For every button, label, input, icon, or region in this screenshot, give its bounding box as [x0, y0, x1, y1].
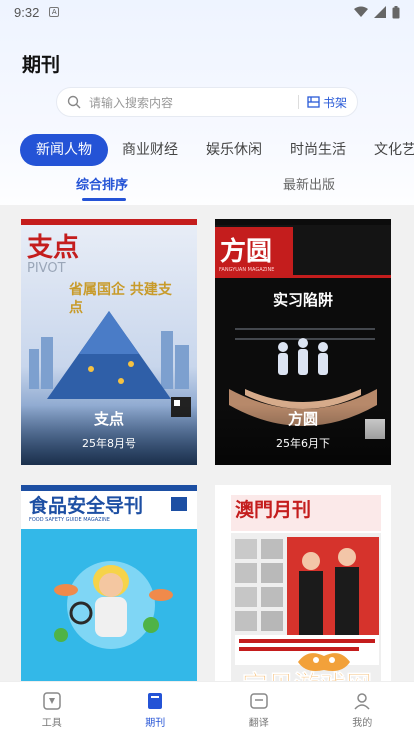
tab-category-business[interactable]: 商业财经: [108, 134, 192, 166]
search-input[interactable]: 请输入搜索内容: [89, 94, 298, 111]
status-time: 9:32: [14, 4, 40, 20]
search-icon: [67, 95, 81, 109]
search-bar[interactable]: 请输入搜索内容 书架: [56, 87, 358, 117]
cover-masthead: 方圆: [220, 237, 273, 267]
profile-icon: [354, 692, 370, 710]
nav-profile-label: 我的: [352, 717, 373, 729]
signal-icon: [374, 6, 386, 18]
nav-translate[interactable]: 翻译: [207, 682, 311, 737]
search-divider: [297, 95, 299, 109]
page-title: 期刊: [22, 54, 61, 76]
cover-masthead: 支点: [27, 233, 80, 263]
bookshelf-button[interactable]: 书架: [307, 94, 347, 111]
wifi-icon: [354, 6, 368, 17]
nav-profile[interactable]: 我的: [311, 682, 414, 737]
magazine-title: 方圆: [287, 410, 318, 428]
tab-category-news-people[interactable]: 新闻人物: [20, 134, 108, 166]
magazine-title: 支点: [93, 410, 124, 428]
cover-masthead: 食品安全导刊: [29, 495, 144, 517]
bottom-navigation: 工具 期刊 翻译 我的: [0, 681, 414, 737]
magazine-card[interactable]: 方圆 FANGYUAN MAGAZINE 实习陷阱 方圆 25年6月下: [215, 219, 391, 465]
magazine-card[interactable]: 支点 PIVOT 省属国企 共建支点 支点 25年8月号: [21, 219, 197, 465]
cover-subtitle: FOOD SAFETY GUIDE MAGAZINE: [29, 517, 110, 523]
cover-headline: 实习陷阱: [272, 291, 333, 309]
status-right-icons: [354, 5, 400, 19]
tab-category-entertainment[interactable]: 娱乐休闲: [192, 134, 276, 166]
status-bar: 9:32 A: [0, 0, 414, 24]
cover-headline: 省属国企 共建支点: [69, 282, 172, 316]
bookshelf-icon: [307, 96, 320, 108]
sort-active-indicator: [82, 198, 126, 201]
nav-journal[interactable]: 期刊: [104, 682, 208, 737]
nav-translate-label: 翻译: [248, 717, 269, 729]
translate-icon: [250, 692, 268, 709]
cover-subtitle: FANGYUAN MAGAZINE: [219, 267, 275, 273]
cover-subtitle: PIVOT: [27, 261, 66, 276]
tab-category-culture[interactable]: 文化艺: [360, 134, 414, 166]
sort-tabs: 综合排序 最新出版: [0, 174, 414, 201]
tab-category-fashion[interactable]: 时尚生活: [276, 134, 360, 166]
tab-sort-comprehensive[interactable]: 综合排序: [76, 174, 128, 193]
magazine-issue: 25年8月号: [82, 437, 136, 450]
notification-icon: A: [49, 7, 60, 17]
category-tabs: 新闻人物 商业财经 娱乐休闲 时尚生活 文化艺: [20, 134, 414, 166]
nav-journal-label: 期刊: [145, 717, 166, 729]
magazine-issue: 25年6月下: [276, 437, 330, 450]
tab-sort-latest[interactable]: 最新出版: [283, 174, 335, 193]
magazine-card[interactable]: 澳門月刊: [215, 485, 391, 681]
journal-icon: [148, 692, 163, 709]
magazine-card[interactable]: 食品安全导刊 FOOD SAFETY GUIDE MAGAZINE: [21, 485, 197, 681]
nav-tools-label: 工具: [41, 717, 62, 729]
bookshelf-label: 书架: [322, 95, 347, 110]
tools-icon: [43, 691, 61, 710]
battery-icon: [392, 5, 400, 18]
cover-masthead: 澳門月刊: [235, 499, 312, 521]
nav-tools[interactable]: 工具: [0, 682, 104, 737]
